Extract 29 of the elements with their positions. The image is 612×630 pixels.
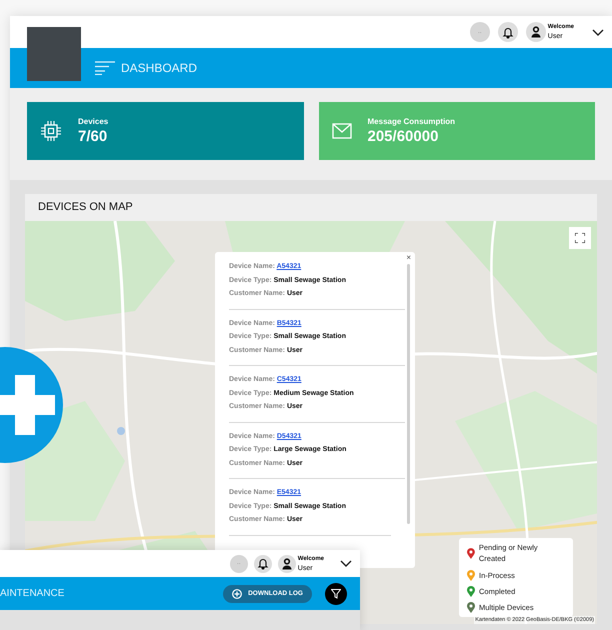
bell-icon [256, 557, 269, 570]
page-title: DASHBOARD [121, 60, 198, 77]
stat-value: 205/60000 [368, 128, 440, 146]
stat-label: Message Consumption [368, 116, 456, 128]
notifications-button[interactable] [498, 22, 518, 42]
close-button[interactable]: × [406, 252, 411, 264]
plus-icon [0, 375, 55, 435]
bell-icon [502, 26, 514, 38]
user-icon [530, 26, 542, 38]
user-icon [280, 558, 293, 570]
filter-button[interactable] [325, 582, 347, 604]
envelope-icon [332, 123, 352, 139]
user-avatar[interactable] [526, 22, 546, 42]
user-avatar[interactable] [278, 554, 296, 572]
stat-value: 7/60 [78, 128, 108, 146]
stat-label: Devices [78, 116, 108, 128]
notifications-button[interactable] [254, 554, 272, 572]
scrollbar[interactable] [407, 264, 410, 524]
page-title: AINTENANCE [0, 587, 64, 601]
chevron-down-icon[interactable] [340, 560, 352, 567]
panel-title: DEVICES ON MAP [38, 200, 133, 216]
filter-icon [331, 588, 341, 598]
logo-placeholder [27, 27, 81, 81]
chip-icon [40, 120, 62, 142]
fullscreen-icon [575, 233, 585, 243]
plus-circle-icon [232, 588, 242, 598]
fullscreen-button[interactable] [569, 227, 591, 249]
menu-icon[interactable] [95, 61, 115, 75]
chevron-down-icon[interactable] [592, 28, 604, 36]
